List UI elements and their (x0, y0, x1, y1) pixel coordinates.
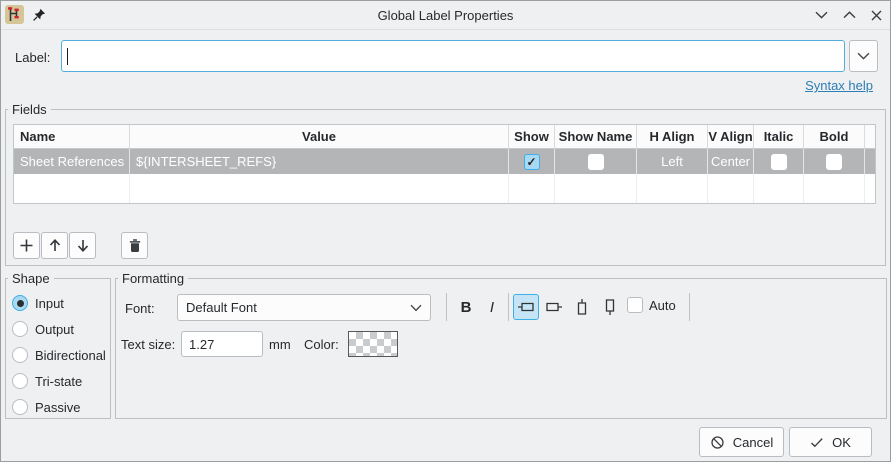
cancel-icon (711, 435, 724, 449)
titlebar: Global Label Properties (1, 1, 890, 30)
window-title: Global Label Properties (377, 8, 514, 23)
formatting-groupbox: Formatting Font: Default Font B I Auto T… (115, 271, 887, 419)
radio-label: Bidirectional (35, 347, 106, 363)
radio-output[interactable] (12, 321, 28, 337)
show-name-checkbox[interactable] (587, 153, 604, 170)
fields-groupbox: Fields Name Value Show Show Name H Align… (5, 102, 886, 266)
cancel-button[interactable]: Cancel (699, 427, 784, 457)
radio-input[interactable] (12, 295, 28, 311)
color-swatch-button[interactable] (348, 331, 398, 357)
header-italic: Italic (754, 125, 804, 149)
fields-table-header-row: Name Value Show Show Name H Align V Alig… (14, 125, 875, 149)
shape-option-input[interactable]: Input (12, 295, 64, 311)
font-caption: Font: (125, 301, 155, 316)
window-close-button[interactable] (871, 10, 882, 21)
radio-label: Input (35, 295, 64, 311)
cell-italic (754, 149, 804, 174)
radio-label: Output (35, 321, 75, 337)
label-orient-right-icon (518, 302, 534, 312)
radio-label: Tri-state (35, 373, 83, 389)
formatting-group-label: Formatting (118, 271, 189, 286)
text-size-input[interactable] (181, 331, 263, 357)
cell-v-align[interactable]: Center (708, 149, 754, 174)
auto-checkbox-row[interactable]: Auto (627, 297, 676, 313)
cancel-button-label: Cancel (732, 434, 774, 450)
header-show-name: Show Name (555, 125, 637, 149)
arrow-down-icon (77, 240, 88, 252)
text-size-unit: mm (269, 337, 291, 352)
add-field-button[interactable] (13, 232, 40, 259)
label-combo-dropdown-button[interactable] (849, 40, 878, 72)
orientation-right-button[interactable] (513, 294, 539, 320)
orientation-down-button[interactable] (597, 294, 623, 320)
header-h-align: H Align (637, 125, 708, 149)
orientation-left-button[interactable] (541, 294, 567, 320)
cell-filler (865, 149, 875, 174)
shape-option-tri-state[interactable]: Tri-state (12, 373, 82, 389)
header-name: Name (14, 125, 130, 149)
label-caption: Label: (15, 50, 51, 65)
text-size-caption: Text size: (121, 337, 176, 352)
fields-group-label: Fields (8, 102, 51, 117)
radio-label: Passive (35, 399, 81, 415)
move-field-down-button[interactable] (69, 232, 96, 259)
header-v-align: V Align (708, 125, 754, 149)
color-caption: Color: (304, 337, 339, 352)
label-input[interactable] (61, 40, 845, 72)
orientation-up-button[interactable] (569, 294, 595, 320)
window-controls (815, 1, 882, 29)
header-show: Show (509, 125, 555, 149)
fields-table: Name Value Show Show Name H Align V Alig… (13, 124, 876, 204)
header-value: Value (130, 125, 509, 149)
italic-checkbox[interactable] (770, 153, 787, 170)
toolbar-separator (446, 293, 447, 321)
bold-checkbox[interactable] (826, 153, 842, 170)
cell-h-align[interactable]: Left (637, 149, 708, 174)
shape-groupbox: Shape Input Output Bidirectional Tri-sta… (5, 271, 111, 419)
label-orient-down-icon (605, 299, 615, 315)
cell-show (509, 149, 555, 174)
cell-bold (804, 149, 865, 174)
italic-text-button[interactable]: I (481, 295, 503, 319)
bold-text-button[interactable]: B (455, 295, 477, 319)
ok-button[interactable]: OK (789, 427, 872, 457)
label-orient-up-icon (577, 299, 587, 315)
radio-tri-state[interactable] (12, 373, 28, 389)
cell-field-value[interactable]: ${INTERSHEET_REFS} (130, 149, 509, 174)
header-filler (865, 125, 875, 149)
text-caret (67, 48, 68, 65)
shape-group-label: Shape (8, 271, 54, 286)
label-orient-left-icon (546, 302, 562, 312)
window-shade-button[interactable] (815, 11, 828, 19)
check-icon (811, 437, 823, 447)
arrow-up-icon (49, 239, 60, 251)
window-unshade-button[interactable] (843, 11, 856, 19)
radio-passive[interactable] (12, 399, 28, 415)
table-row: Sheet References ${INTERSHEET_REFS} Left… (14, 149, 875, 174)
table-empty-row (14, 174, 875, 203)
cell-field-name[interactable]: Sheet References (14, 149, 130, 174)
chevron-down-icon (410, 304, 422, 311)
cell-show-name (555, 149, 637, 174)
syntax-help-link[interactable]: Syntax help (805, 78, 873, 93)
global-label-properties-dialog: Global Label Properties Label: Syntax he… (0, 0, 891, 462)
shape-option-bidirectional[interactable]: Bidirectional (12, 347, 106, 363)
auto-checkbox-label: Auto (649, 297, 676, 313)
header-bold: Bold (804, 125, 865, 149)
font-select[interactable]: Default Font (177, 294, 431, 321)
font-select-value: Default Font (186, 300, 257, 315)
toolbar-separator (508, 293, 509, 321)
radio-bidirectional[interactable] (12, 347, 28, 363)
toolbar-separator (689, 293, 690, 321)
show-checkbox[interactable] (523, 153, 540, 170)
shape-option-passive[interactable]: Passive (12, 399, 81, 415)
ok-button-label: OK (832, 434, 851, 450)
move-field-up-button[interactable] (41, 232, 68, 259)
plus-icon (20, 239, 33, 252)
shape-option-output[interactable]: Output (12, 321, 74, 337)
delete-field-button[interactable] (121, 232, 148, 259)
trash-icon (129, 239, 140, 252)
auto-checkbox[interactable] (627, 297, 643, 313)
